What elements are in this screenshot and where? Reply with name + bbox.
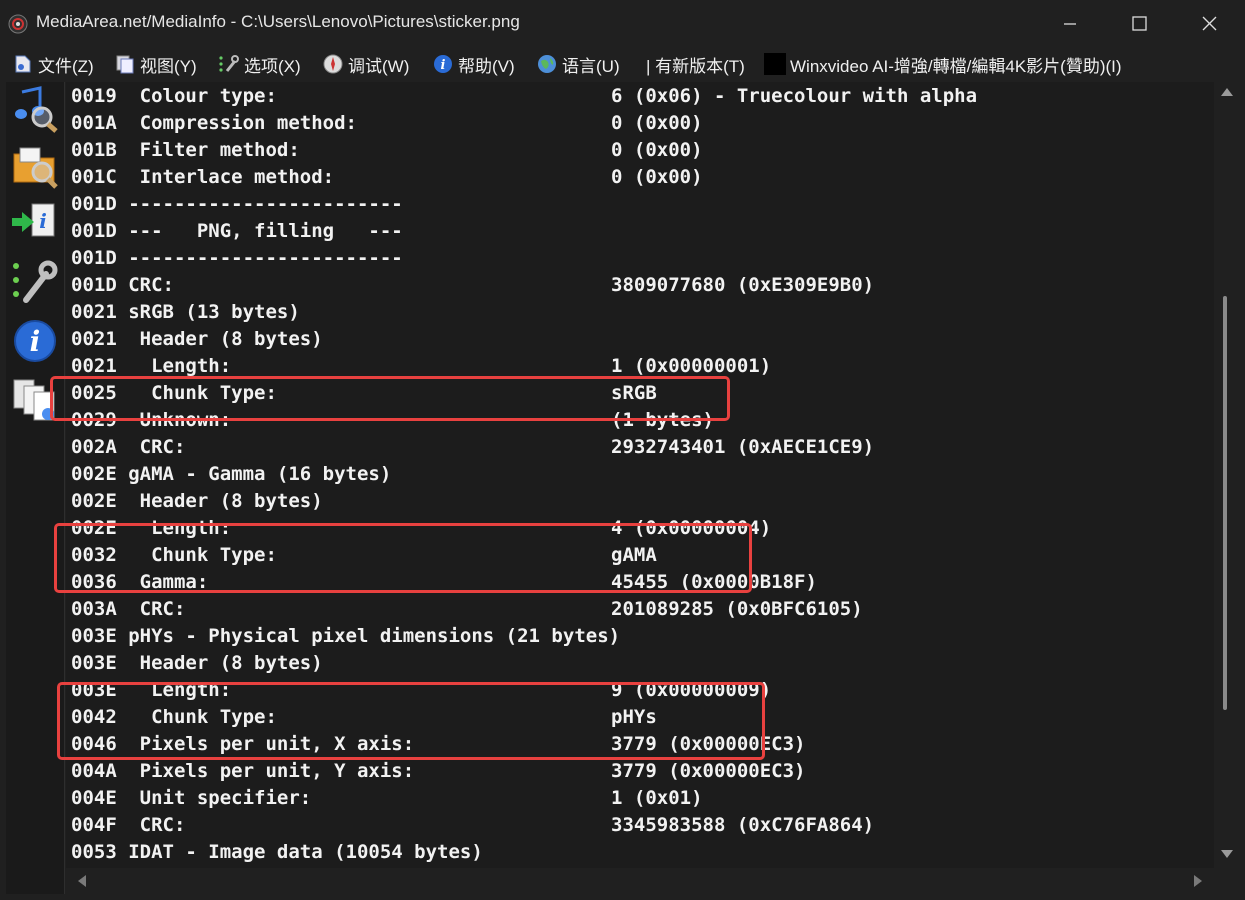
export-icon[interactable]: i xyxy=(10,198,60,248)
field-value: 0 (0x00) xyxy=(611,139,703,161)
field-name: 001D ------------------------ xyxy=(71,193,403,215)
field-value: 0 (0x00) xyxy=(611,112,703,134)
field-name: 0021 sRGB (13 bytes) xyxy=(71,301,300,323)
close-icon[interactable] xyxy=(1190,8,1230,40)
field-value: 3779 (0x00000EC3) xyxy=(611,760,806,782)
sponsor-icon xyxy=(764,53,786,75)
options-icon xyxy=(219,55,239,72)
field-value: 0 (0x00) xyxy=(611,166,703,188)
highlight-box-gama xyxy=(54,523,752,593)
highlight-box-phys xyxy=(57,682,765,760)
menu-sponsor[interactable]: Winxvideo AI-增強/轉檔/編輯4K影片(贊助)(I) xyxy=(790,50,1122,78)
menu-options-label: 选项(X) xyxy=(244,56,301,76)
scroll-up-icon[interactable] xyxy=(1221,88,1233,96)
window-title: MediaArea.net/MediaInfo - C:\Users\Lenov… xyxy=(36,12,520,31)
horizontal-scrollbar[interactable] xyxy=(66,868,1214,894)
scroll-right-icon[interactable] xyxy=(1194,875,1202,887)
scroll-left-icon[interactable] xyxy=(78,875,86,887)
field-name: 001D CRC: xyxy=(71,274,174,296)
menu-file-label: 文件(Z) xyxy=(38,56,94,76)
field-name: 002E gAMA - Gamma (16 bytes) xyxy=(71,463,392,485)
field-value: 201089285 (0x0BFC6105) xyxy=(611,598,863,620)
left-toolbar: i i xyxy=(6,82,65,894)
field-value: 3809077680 (0xE309E9B0) xyxy=(611,274,875,296)
menu-language[interactable]: 语言(U) xyxy=(536,50,620,78)
menu-new-version[interactable]: | 有新版本(T) xyxy=(646,50,745,78)
field-value: 6 (0x06) - Truecolour with alpha xyxy=(611,85,978,107)
open-folder-icon[interactable] xyxy=(10,140,60,190)
field-name: 003E Header (8 bytes) xyxy=(71,652,323,674)
field-name: 004F CRC: xyxy=(71,814,186,836)
field-name: 001C Interlace method: xyxy=(71,166,335,188)
help-icon: i xyxy=(434,55,452,73)
speaker-icon[interactable] xyxy=(8,14,28,34)
file-icon xyxy=(15,55,31,73)
minimize-icon[interactable] xyxy=(1050,8,1090,40)
menu-file[interactable]: 文件(Z) xyxy=(12,50,94,78)
field-name: 0053 IDAT - Image data (10054 bytes) xyxy=(71,841,483,863)
about-icon[interactable]: i xyxy=(10,316,60,366)
field-name: 001A Compression method: xyxy=(71,112,357,134)
menu-debug[interactable]: 调试(W) xyxy=(322,50,409,78)
field-name: 002E Header (8 bytes) xyxy=(71,490,323,512)
menu-options[interactable]: 选项(X) xyxy=(218,50,301,78)
vertical-scrollbar[interactable] xyxy=(1214,82,1240,868)
field-name: 001D --- PNG, filling --- xyxy=(71,220,403,242)
field-name: 002A CRC: xyxy=(71,436,186,458)
title-bar: MediaArea.net/MediaInfo - C:\Users\Lenov… xyxy=(0,0,1245,48)
preferences-icon[interactable] xyxy=(10,256,60,306)
field-name: 001D ------------------------ xyxy=(71,247,403,269)
scroll-thumb[interactable] xyxy=(1223,296,1227,710)
field-name: 001B Filter method: xyxy=(71,139,300,161)
field-name: 004E Unit specifier: xyxy=(71,787,312,809)
field-name: 004A Pixels per unit, Y axis: xyxy=(71,760,415,782)
field-name: 0021 Header (8 bytes) xyxy=(71,328,323,350)
field-name: 003A CRC: xyxy=(71,598,186,620)
highlight-box-srgb xyxy=(50,376,730,421)
menu-sponsor-label: Winxvideo AI-增強/轉檔/編輯4K影片(贊助)(I) xyxy=(790,56,1122,76)
menu-language-label: 语言(U) xyxy=(562,56,620,76)
svg-text:i: i xyxy=(39,209,47,233)
open-file-icon[interactable] xyxy=(10,84,60,134)
field-name: 003E pHYs - Physical pixel dimensions (2… xyxy=(71,625,621,647)
scroll-down-icon[interactable] xyxy=(1221,850,1233,858)
menu-help[interactable]: i 帮助(V) xyxy=(432,50,515,78)
svg-text:i: i xyxy=(441,58,446,73)
field-value: 1 (0x01) xyxy=(611,787,703,809)
menu-view[interactable]: 视图(Y) xyxy=(114,50,197,78)
field-name: 0019 Colour type: xyxy=(71,85,277,107)
language-icon xyxy=(538,55,556,73)
field-value: 2932743401 (0xAECE1CE9) xyxy=(611,436,875,458)
menu-new-version-label: | 有新版本(T) xyxy=(646,56,745,76)
maximize-icon[interactable] xyxy=(1120,8,1160,40)
menu-help-label: 帮助(V) xyxy=(458,56,515,76)
field-value: 3345983588 (0xC76FA864) xyxy=(611,814,875,836)
menu-bar: 文件(Z) 视图(Y) 选项(X) 调试(W) i 帮助(V) 语言(U) | … xyxy=(0,48,1245,80)
menu-debug-label: 调试(W) xyxy=(348,56,410,76)
debug-icon xyxy=(323,54,343,74)
svg-text:i: i xyxy=(30,325,41,358)
view-icon xyxy=(116,55,134,74)
menu-view-label: 视图(Y) xyxy=(140,56,197,76)
